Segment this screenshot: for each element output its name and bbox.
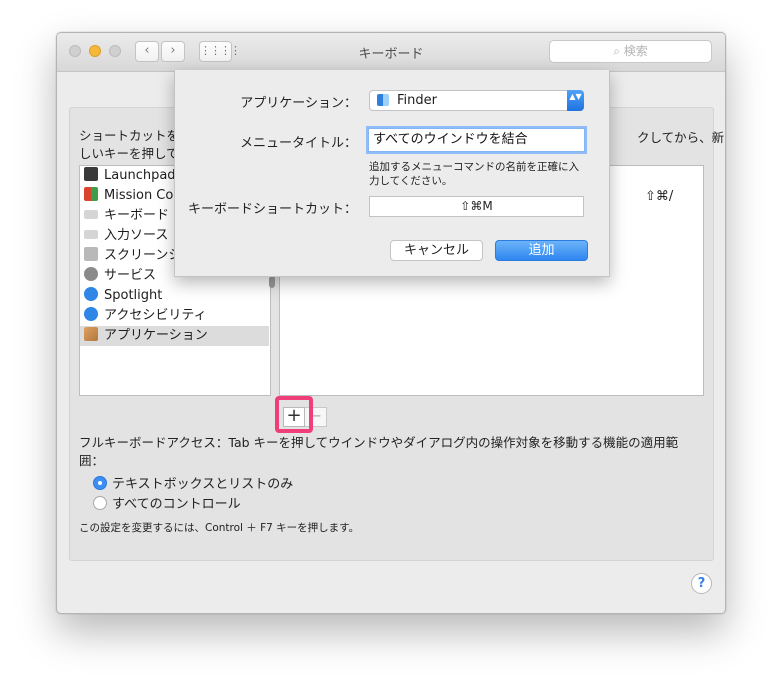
application-value: Finder <box>397 93 437 108</box>
menu-title-label: メニュータイトル： <box>239 136 357 151</box>
sidebar-item-input-sources[interactable]: 入力ソース <box>84 226 168 246</box>
sidebar-item-services[interactable]: サービス <box>84 266 156 286</box>
finder-icon <box>377 94 389 106</box>
help-button[interactable]: ? <box>691 573 712 594</box>
shortcut-change-note: この設定を変更するには、Control ＋ F7 キーを押します。 <box>79 522 360 534</box>
sidebar-item-launchpad[interactable]: Launchpad <box>84 166 176 186</box>
launchpad-icon <box>84 167 98 181</box>
sidebar-item-keyboard[interactable]: キーボード <box>84 206 169 226</box>
popup-arrows-icon: ▲▼ <box>567 90 584 111</box>
titlebar: ‹ › ⋮⋮⋮⋮ キーボード ⌕ 検索 <box>57 33 725 72</box>
full-keyboard-access-label: フルキーボードアクセス：Tab キーを押してウインドウやダイアログ内の操作対象を… <box>79 435 679 468</box>
menu-title-hint: 追加するメニューコマンドの名前を正確に入力してください。 <box>369 161 579 187</box>
question-mark-icon: ? <box>697 576 706 591</box>
sidebar-scrollbar[interactable] <box>269 276 275 288</box>
sidebar-item-spotlight[interactable]: Spotlight <box>84 286 162 306</box>
keyboard-shortcut-field[interactable]: ⇧⌘M <box>369 196 584 217</box>
sidebar-item-mission-control[interactable]: Mission Co <box>84 186 173 206</box>
search-icon: ⌕ <box>613 44 620 58</box>
mission-control-icon <box>84 187 98 201</box>
search-field[interactable]: ⌕ 検索 <box>549 40 712 63</box>
radio-checked-icon <box>93 476 107 490</box>
keyboard-icon <box>84 210 98 219</box>
search-placeholder: 検索 <box>623 44 648 58</box>
sidebar-item-applications[interactable]: アプリケーション <box>80 326 269 346</box>
sidebar-item-accessibility[interactable]: アクセシビリティ <box>84 306 207 326</box>
shortcut-key-label: ⇧⌘/ <box>645 189 674 204</box>
shortcut-description-tail: クしてから、新 <box>637 130 725 145</box>
application-popup[interactable]: Finder ▲▼ <box>369 90 584 111</box>
spotlight-icon <box>84 287 98 301</box>
application-label: アプリケーション： <box>240 96 357 111</box>
accessibility-icon <box>84 307 98 321</box>
sidebar-item-screenshots[interactable]: スクリーンシ <box>84 246 181 266</box>
services-gear-icon <box>84 267 98 281</box>
menu-title-input[interactable]: すべてのウインドウを結合 <box>368 128 585 152</box>
input-sources-icon <box>84 230 98 239</box>
radio-text-boxes-lists[interactable]: テキストボックスとリストのみ <box>93 476 293 494</box>
add-button-highlight <box>275 396 313 433</box>
keyboard-shortcut-label: キーボードショートカット： <box>187 202 357 217</box>
radio-all-controls[interactable]: すべてのコントロール <box>93 496 241 514</box>
add-button[interactable]: 追加 <box>495 240 588 261</box>
applications-icon <box>84 327 98 341</box>
screenshot-icon <box>84 247 98 261</box>
add-shortcut-sheet: アプリケーション： Finder ▲▼ メニュータイトル： すべてのウインドウを… <box>174 70 610 277</box>
cancel-button[interactable]: キャンセル <box>390 240 483 261</box>
radio-unchecked-icon <box>93 496 107 510</box>
